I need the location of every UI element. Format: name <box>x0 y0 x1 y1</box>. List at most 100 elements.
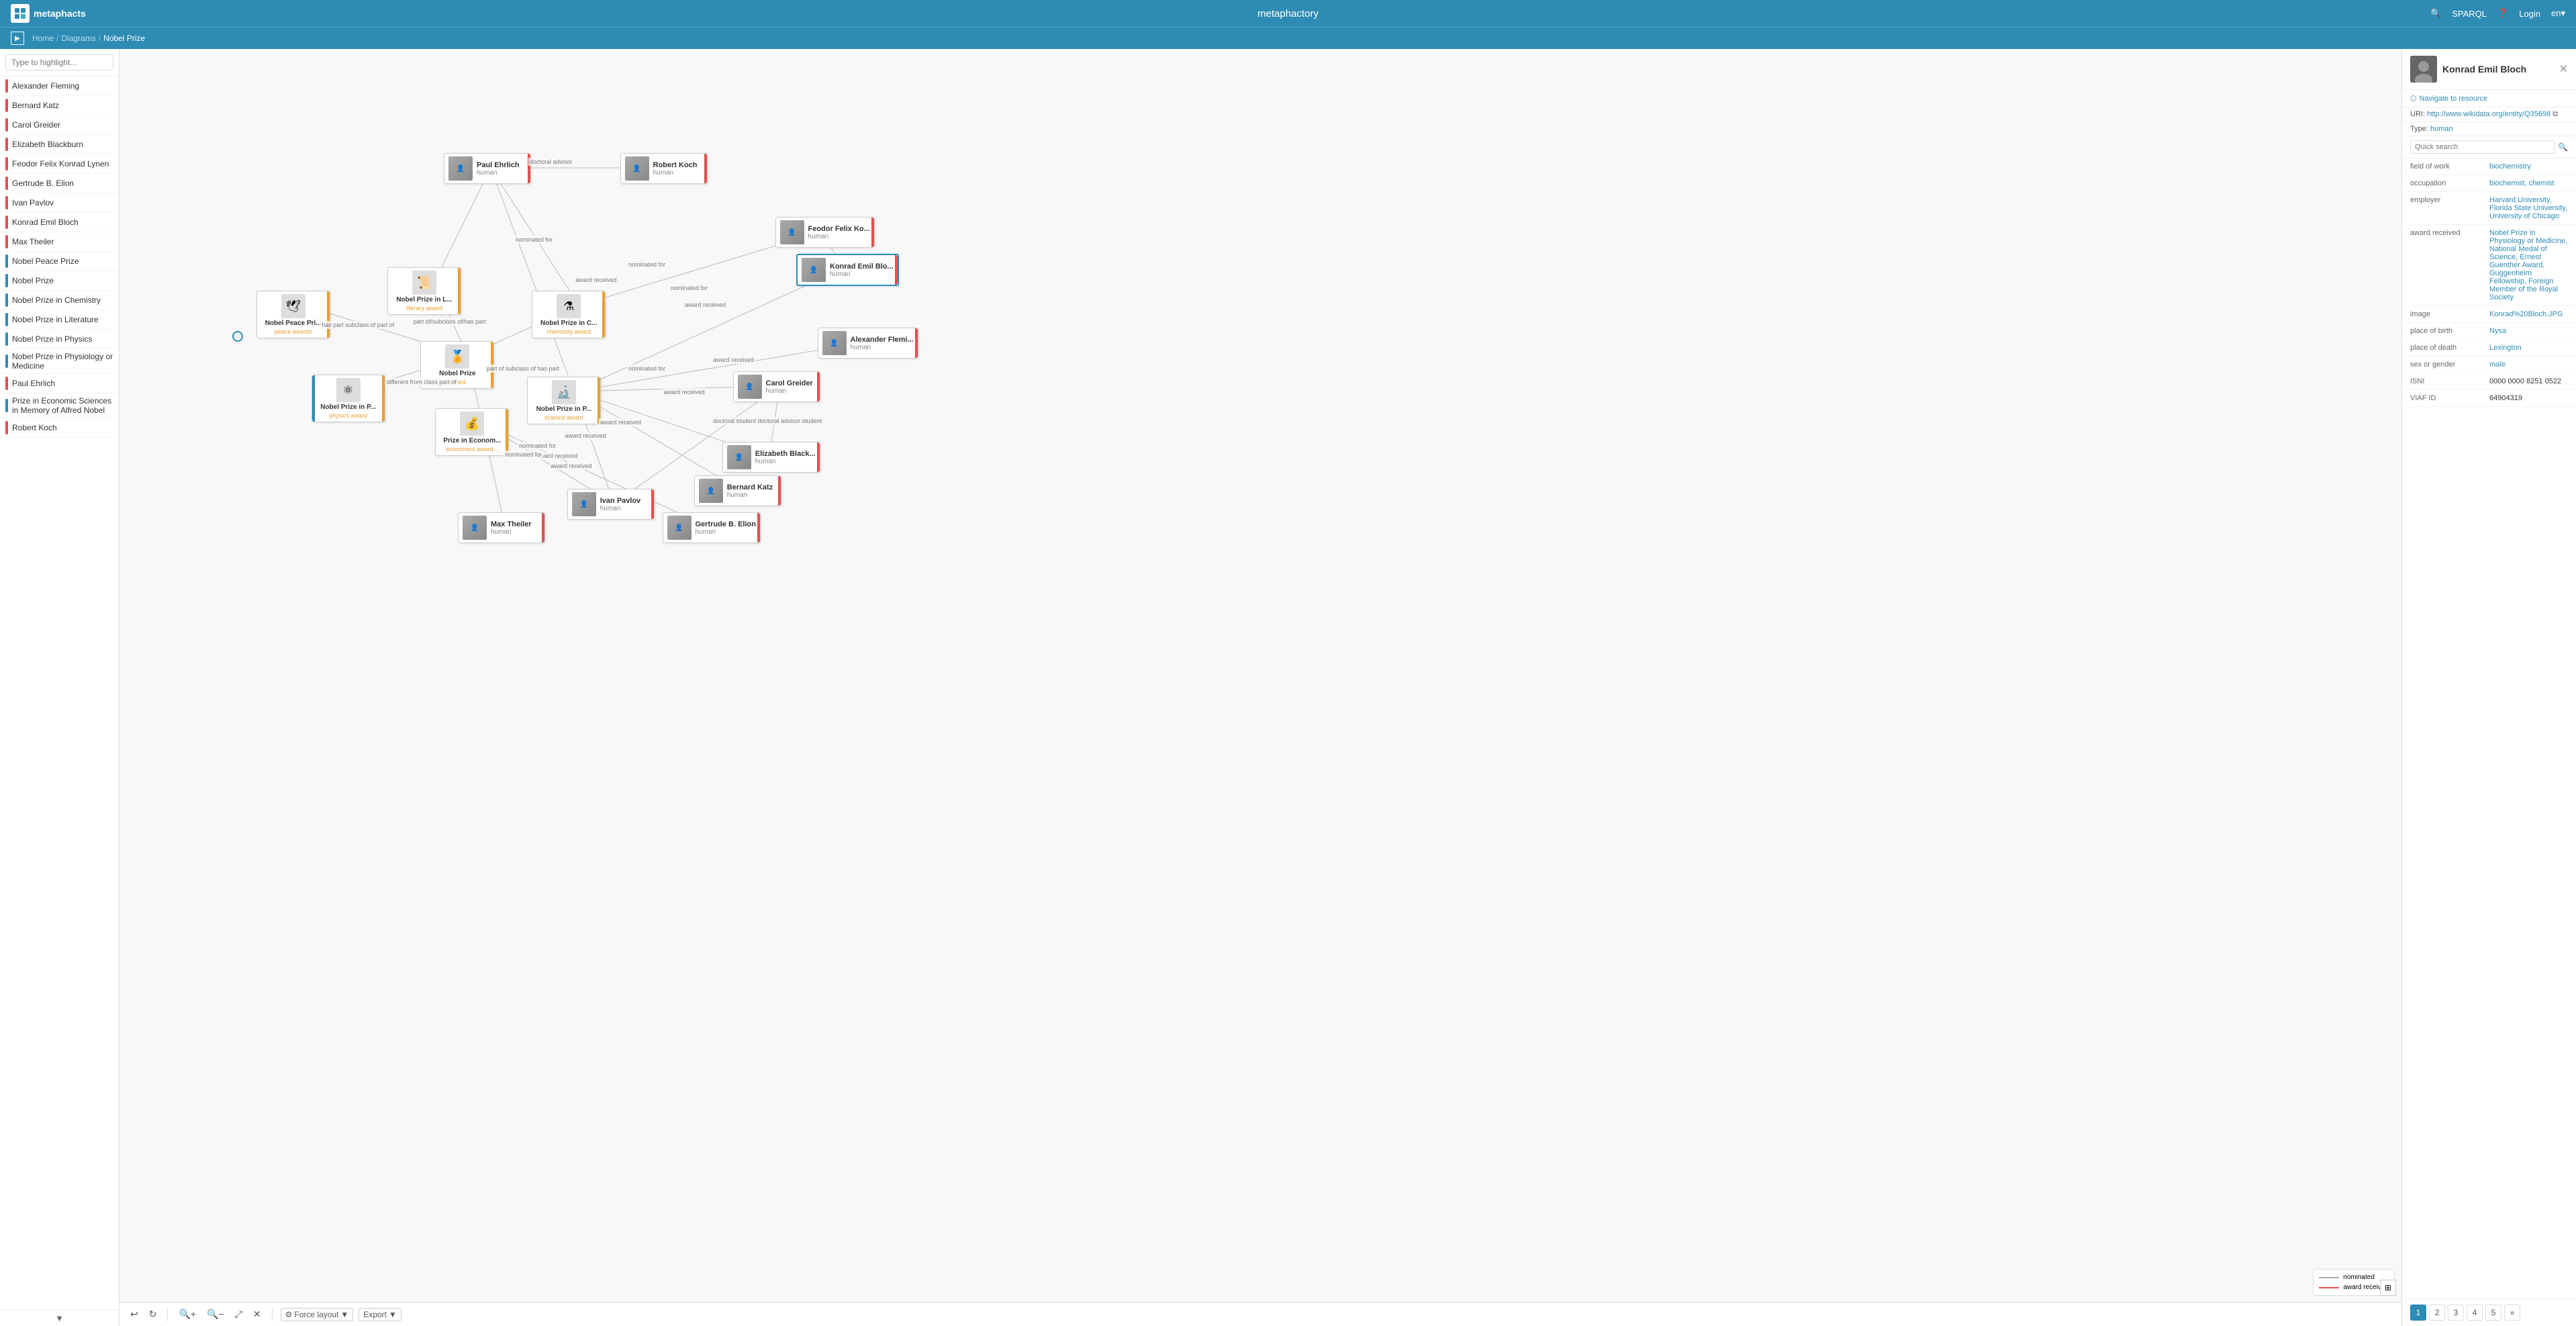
help-icon[interactable]: ❓ <box>2497 8 2508 19</box>
page-button[interactable]: 3 <box>2448 1305 2464 1321</box>
sidebar-item-label: Paul Ehrlich <box>12 379 55 388</box>
app-logo[interactable]: metaphacts <box>11 4 86 23</box>
sparql-link[interactable]: SPARQL <box>2452 9 2487 19</box>
prop-value[interactable]: male <box>2489 361 2568 369</box>
prop-value[interactable]: Nobel Prize in Physiology or Medicine, N… <box>2489 229 2568 301</box>
page-button[interactable]: » <box>2504 1305 2520 1321</box>
sidebar-item-color-bar <box>5 421 8 434</box>
award-node[interactable]: 📜Nobel Prize in L...literary award <box>387 267 461 315</box>
sidebar-item[interactable]: Feodor Felix Konrad Lynen <box>0 154 119 174</box>
sidebar-item-color-bar <box>5 138 8 151</box>
person-node[interactable]: 👤Konrad Emil Blo...human <box>796 254 899 286</box>
page-button[interactable]: 1 <box>2410 1305 2426 1321</box>
award-node-image: 📜 <box>412 271 436 295</box>
sidebar-item[interactable]: Nobel Prize in Chemistry <box>0 291 119 310</box>
prop-value[interactable]: biochemist, chemist <box>2489 179 2568 187</box>
person-node[interactable]: 👤Paul Ehrlichhuman <box>444 153 531 184</box>
uri-value[interactable]: http://www.wikidata.org/entity/Q35698 <box>2427 110 2550 118</box>
award-node-name: Nobel Prize in L... <box>396 296 452 303</box>
sidebar-item[interactable]: Elizabeth Blackburn <box>0 135 119 154</box>
top-nav: metaphacts metaphactory 🔍 SPARQL ❓ Login… <box>0 0 2576 27</box>
sidebar-item[interactable]: Nobel Peace Prize <box>0 252 119 271</box>
page-button[interactable]: 2 <box>2429 1305 2445 1321</box>
force-layout-button[interactable]: ⚙ Force layout ▼ <box>281 1308 354 1321</box>
person-node[interactable]: 👤Carol Greiderhuman <box>733 371 820 402</box>
sidebar-item[interactable]: Nobel Prize in Physiology or Medicine <box>0 349 119 374</box>
sidebar-item[interactable]: Konrad Emil Bloch <box>0 213 119 232</box>
award-node[interactable]: 🔬Nobel Prize in P...science award <box>527 377 601 424</box>
panel-search-input[interactable] <box>2410 140 2555 154</box>
person-node-type: human <box>727 491 773 499</box>
prop-value[interactable]: Nysa <box>2489 327 2568 335</box>
prop-row: employerHarvard University, Florida Stat… <box>2402 192 2576 225</box>
zoom-in-button[interactable]: 🔍+ <box>176 1307 199 1321</box>
sidebar-item[interactable]: Gertrude B. Elion <box>0 174 119 193</box>
person-node[interactable]: 👤Max Theilerhuman <box>458 512 545 543</box>
canvas-area[interactable]: 👤Paul Ehrlichhuman 👤Robert Kochhuman 👤Feod… <box>120 49 2401 1326</box>
person-node[interactable]: 👤Bernard Katzhuman <box>694 475 781 506</box>
sidebar-item[interactable]: Paul Ehrlich <box>0 374 119 393</box>
panel-navigate-link[interactable]: ⬡ Navigate to resource <box>2402 90 2576 107</box>
expand-button[interactable]: ▶ <box>11 32 24 45</box>
page-button[interactable]: 5 <box>2485 1305 2501 1321</box>
person-node[interactable]: 👤Elizabeth Black...human <box>722 442 820 473</box>
sidebar-scroll-down[interactable]: ▼ <box>0 1310 119 1326</box>
lang-selector[interactable]: en▾ <box>2551 8 2565 19</box>
sidebar-item[interactable]: Robert Koch <box>0 418 119 438</box>
person-node[interactable]: 👤Feodor Felix Ko...human <box>775 217 875 248</box>
sidebar-item[interactable]: Max Theiler <box>0 232 119 252</box>
breadcrumb-diagrams[interactable]: Diagrams <box>61 34 95 43</box>
sidebar-item[interactable]: Nobel Prize in Physics <box>0 330 119 349</box>
person-node-info: Bernard Katzhuman <box>727 483 773 499</box>
sidebar-item[interactable]: Nobel Prize <box>0 271 119 291</box>
prop-value[interactable]: Lexington <box>2489 344 2568 352</box>
grid-toggle-button[interactable]: ⊞ <box>2380 1280 2396 1296</box>
force-layout-label: Force layout <box>294 1310 338 1319</box>
award-node[interactable]: 🕊Nobel Peace Pri...peace awards <box>256 291 330 338</box>
award-node[interactable]: 🏅Nobel Prizeaward <box>420 341 494 389</box>
sidebar-item-color-bar <box>5 313 8 326</box>
export-button[interactable]: Export ▼ <box>359 1308 401 1321</box>
person-node[interactable]: 👤Alexander Flemi...human <box>818 328 918 359</box>
prop-row: sex or gendermale <box>2402 357 2576 373</box>
award-node[interactable]: ⚛Nobel Prize in P...physics award <box>312 375 385 422</box>
person-node[interactable]: 👤Robert Kochhuman <box>620 153 708 184</box>
search-icon[interactable]: 🔍 <box>2430 8 2441 19</box>
person-node-info: Ivan Pavlovhuman <box>600 497 641 512</box>
node-right-bar <box>542 513 544 542</box>
clear-button[interactable]: ✕ <box>250 1307 264 1321</box>
person-node[interactable]: 👤Gertrude B. Elionhuman <box>663 512 761 543</box>
prop-value[interactable]: Harvard University, Florida State Univer… <box>2489 196 2568 220</box>
person-node-type: human <box>477 169 520 177</box>
sidebar-item[interactable]: Ivan Pavlov <box>0 193 119 213</box>
award-node-type: economics award... <box>446 446 499 453</box>
award-node-name: Nobel Prize in C... <box>540 320 597 327</box>
fit-button[interactable]: ⤢ <box>232 1307 245 1321</box>
type-value[interactable]: human <box>2430 125 2453 133</box>
sidebar-item[interactable]: Alexander Fleming <box>0 77 119 96</box>
sidebar-item[interactable]: Carol Greider <box>0 115 119 135</box>
prop-label: award received <box>2410 229 2484 237</box>
panel-close-button[interactable]: ✕ <box>2559 62 2568 76</box>
sidebar-search-input[interactable] <box>5 54 113 70</box>
award-node[interactable]: ⚗Nobel Prize in C...chemistry award <box>532 291 606 338</box>
breadcrumb-home[interactable]: Home <box>32 34 54 43</box>
person-node-image: 👤 <box>699 479 723 503</box>
prop-value[interactable]: biochemistry <box>2489 162 2568 171</box>
login-button[interactable]: Login <box>2519 9 2540 19</box>
zoom-out-button[interactable]: 🔍− <box>204 1307 227 1321</box>
sidebar-item[interactable]: Nobel Prize in Literature <box>0 310 119 330</box>
prop-value[interactable]: Konrad%20Bloch.JPG <box>2489 310 2568 318</box>
sidebar: Alexander FlemingBernard KatzCarol Greid… <box>0 49 120 1326</box>
person-node-info: Konrad Emil Blo...human <box>830 263 894 278</box>
sidebar-item[interactable]: Bernard Katz <box>0 96 119 115</box>
sidebar-item[interactable]: Prize in Economic Sciences in Memory of … <box>0 393 119 418</box>
redo-button[interactable]: ↻ <box>146 1307 160 1321</box>
undo-button[interactable]: ↩ <box>128 1307 141 1321</box>
uri-copy-icon[interactable]: ⧉ <box>2553 110 2558 118</box>
page-button[interactable]: 4 <box>2467 1305 2483 1321</box>
panel-search-icon[interactable]: 🔍 <box>2558 142 2568 152</box>
person-node-image: 👤 <box>727 445 751 469</box>
person-node[interactable]: 👤Ivan Pavlovhuman <box>567 489 655 520</box>
award-node[interactable]: 💰Prize in Econom...economics award... <box>435 408 509 456</box>
